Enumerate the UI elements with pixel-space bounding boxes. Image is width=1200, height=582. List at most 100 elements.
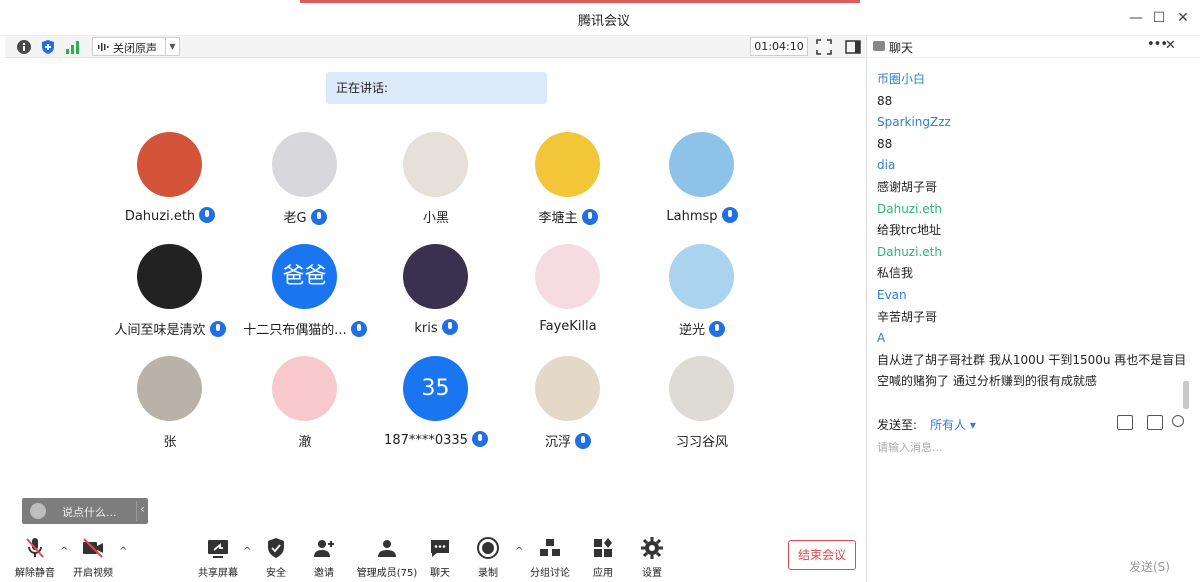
send-to-dropdown[interactable]: 所有人 ▾: [930, 416, 976, 433]
chat-scrollbar[interactable]: [1183, 381, 1189, 409]
send-to-bar: 发送至: 所有人 ▾: [867, 412, 1200, 434]
start-video-button[interactable]: 开启视频: [63, 536, 123, 580]
participant-name: 人间至味是清欢: [114, 323, 206, 338]
participant-name-row: 逆光: [632, 319, 772, 338]
participant-tile[interactable]: kris: [366, 244, 506, 344]
screenshot-icon[interactable]: [1147, 415, 1163, 430]
record-button[interactable]: 录制: [458, 536, 518, 580]
participant-tile[interactable]: 老G: [235, 132, 375, 232]
folder-icon[interactable]: [1117, 415, 1133, 430]
background-window-edge: [300, 0, 860, 3]
avatar: [535, 244, 600, 309]
participant-name-row: 十二只布偶猫的...: [235, 319, 375, 338]
chevron-up-icon[interactable]: ^: [119, 546, 127, 557]
window-title: 腾讯会议: [577, 14, 630, 29]
chat-message-text: 88: [877, 136, 893, 151]
chat-title: 聊天: [889, 41, 914, 55]
microphone-icon: [721, 207, 738, 223]
participant-tile[interactable]: 35 187****0335: [366, 356, 506, 456]
send-button[interactable]: 发送(S): [1129, 558, 1170, 575]
participant-tile[interactable]: 张: [100, 356, 240, 456]
quick-comment-box[interactable]: 说点什么... ‹: [22, 498, 148, 524]
shield-icon: [268, 538, 284, 558]
participant-name: 十二只布偶猫的...: [243, 323, 347, 338]
participant-tile[interactable]: 小黑: [366, 132, 506, 232]
participant-tile[interactable]: 逆光: [632, 244, 772, 344]
participant-tile[interactable]: FayeKilla: [498, 244, 638, 344]
participant-tile[interactable]: 澈: [235, 356, 375, 456]
chat-message-text: 私信我: [877, 266, 914, 281]
microphone-icon: [575, 433, 591, 449]
chat-message-text: 辛苦胡子哥: [877, 309, 938, 324]
avatar: [535, 132, 600, 197]
participant-name-row: Lahmsp: [632, 207, 772, 224]
fullscreen-icon[interactable]: [815, 38, 833, 56]
avatar: [137, 132, 202, 197]
participant-name: 逆光: [678, 323, 705, 338]
chat-input[interactable]: 请输入消息...: [877, 439, 1187, 559]
participant-name: 187****0335: [384, 433, 468, 448]
audio-mode-dropdown[interactable]: 关闭原声 ▼: [92, 37, 180, 56]
participant-tile[interactable]: 习习谷风: [632, 356, 772, 456]
more-icon[interactable]: •••: [1147, 37, 1168, 52]
avatar: [137, 244, 202, 309]
maximize-icon[interactable]: ☐: [1148, 8, 1170, 28]
breakout-button[interactable]: 分组讨论: [520, 536, 580, 580]
participant-name-row: 小黑: [366, 207, 506, 226]
participant-name-row: 老G: [235, 207, 375, 226]
close-icon[interactable]: ✕: [1172, 8, 1194, 28]
end-meeting-button[interactable]: 结束会议: [788, 540, 856, 570]
participant-name-row: kris: [366, 319, 506, 336]
audio-mode-label: 关闭原声: [113, 42, 157, 55]
close-icon[interactable]: ✕: [1165, 38, 1176, 53]
participant-tile[interactable]: 人间至味是清欢: [100, 244, 240, 344]
shield-icon[interactable]: [39, 38, 57, 56]
participant-tile[interactable]: 李塘主: [498, 132, 638, 232]
members-icon: [378, 540, 396, 557]
participant-tile[interactable]: Lahmsp: [632, 132, 772, 232]
speaking-indicator: 正在讲话:: [326, 72, 547, 104]
unmute-button[interactable]: 解除静音: [5, 536, 65, 580]
chevron-left-icon[interactable]: ‹: [140, 502, 145, 516]
share-screen-button[interactable]: 共享屏幕: [188, 536, 248, 580]
unmute-label: 解除静音: [15, 568, 55, 579]
video-grid-area: 正在讲话: Dahuzi.eth 老G 小黑 李塘主 Lahmsp 人间至味是清欢 爸爸 十二…: [5, 58, 865, 530]
invite-label: 邀请: [314, 568, 334, 579]
avatar: [137, 356, 202, 421]
participant-tile[interactable]: Dahuzi.eth: [100, 132, 240, 232]
participant-name-row: FayeKilla: [498, 319, 638, 334]
participant-name: 李塘主: [538, 211, 578, 226]
layout-icon[interactable]: [844, 38, 862, 56]
info-icon[interactable]: [15, 38, 33, 56]
chat-message-text: 自从进了胡子哥社群 我从100U 干到1500u 再也不是盲目: [877, 352, 1187, 367]
signal-icon[interactable]: [64, 38, 82, 56]
avatar: [535, 356, 600, 421]
share-screen-icon: [208, 540, 228, 558]
breakout-rooms-icon: [540, 539, 560, 556]
participant-name-row: 187****0335: [366, 431, 506, 448]
chevron-down-icon[interactable]: ▼: [165, 38, 179, 55]
avatar: [669, 244, 734, 309]
chat-message-text: 88: [877, 93, 893, 108]
apps-icon: [594, 538, 612, 557]
avatar: 35: [403, 356, 468, 421]
emoji-icon[interactable]: [30, 503, 46, 519]
chat-message-list: 币圈小白 88 SparkingZzz 88 dia 感谢胡子哥 Dahuzi.eth 给我t…: [877, 69, 1187, 393]
microphone-icon: [441, 319, 458, 335]
gear-icon: [641, 537, 663, 559]
user-icon[interactable]: [1172, 415, 1184, 427]
settings-button[interactable]: 设置: [622, 536, 682, 580]
chat-icon: [873, 41, 885, 51]
chat-message-sender: 币圈小白: [877, 72, 926, 86]
participant-tile[interactable]: 爸爸 十二只布偶猫的...: [235, 244, 375, 344]
record-icon: [477, 537, 499, 559]
invite-button[interactable]: 邀请: [294, 536, 354, 580]
microphone-icon: [310, 209, 327, 225]
avatar: [403, 244, 468, 309]
minimize-icon[interactable]: —: [1125, 8, 1147, 28]
avatar: [403, 132, 468, 197]
participant-tile[interactable]: 沉浮: [498, 356, 638, 456]
participant-name: FayeKilla: [539, 319, 597, 334]
avatar: [272, 356, 337, 421]
participant-name: 澈: [298, 435, 312, 450]
